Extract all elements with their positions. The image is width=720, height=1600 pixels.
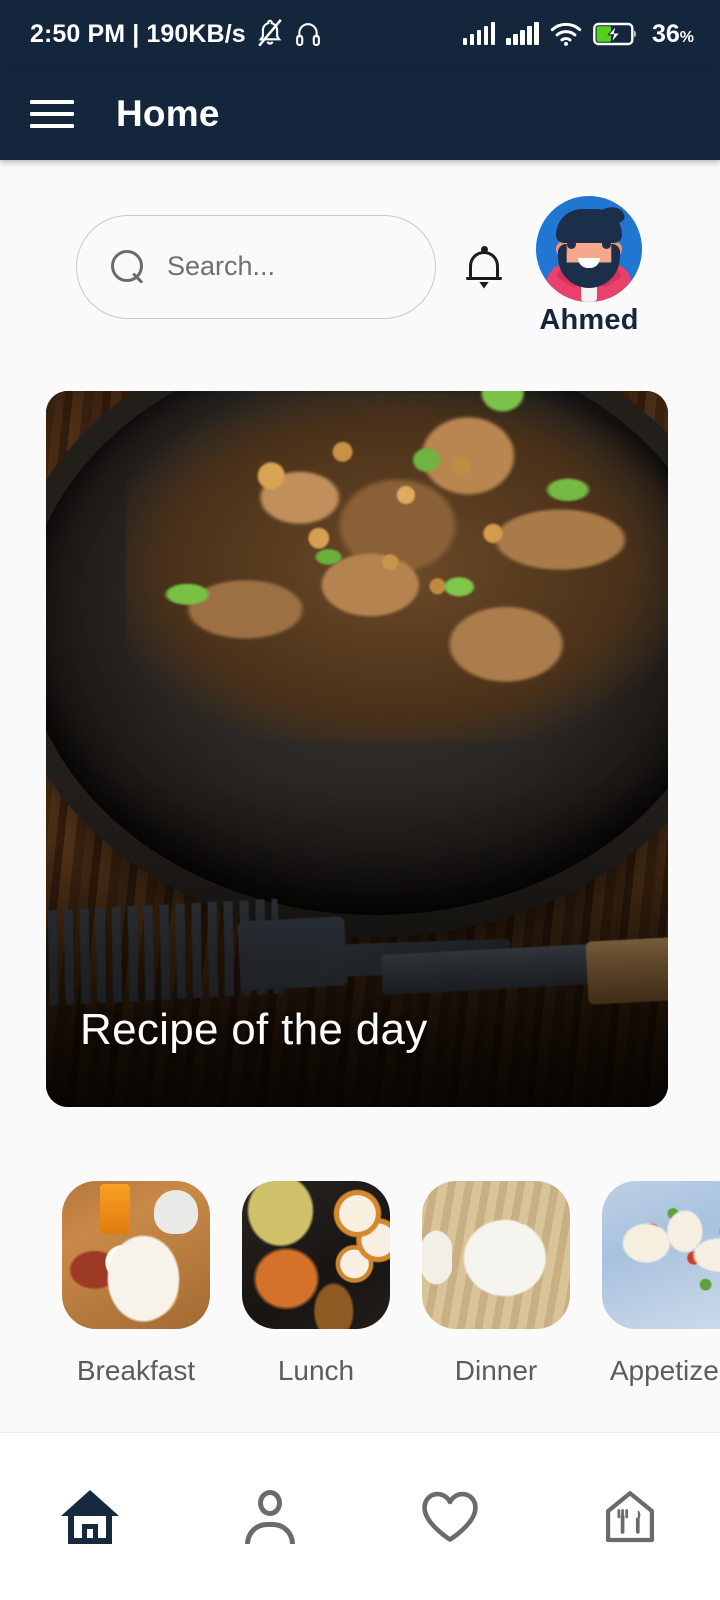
recipe-of-the-day-card[interactable]: Recipe of the day <box>46 391 668 1107</box>
battery-percent: 36% <box>651 19 694 48</box>
nav-item-home[interactable] <box>0 1489 180 1544</box>
bottom-navigation <box>0 1432 720 1600</box>
person-torso <box>245 1521 295 1544</box>
signal-bars-icon <box>462 22 496 45</box>
category-item-lunch[interactable]: Lunch <box>226 1181 406 1387</box>
headphones-icon <box>294 19 322 49</box>
nav-item-profile[interactable] <box>180 1489 360 1544</box>
hamburger-menu-icon[interactable] <box>30 97 74 131</box>
person-icon <box>245 1489 295 1544</box>
app-bar: Home <box>0 68 720 160</box>
search-placeholder: Search... <box>167 251 276 281</box>
avatar-eye-right <box>602 240 611 249</box>
category-list[interactable]: Breakfast Lunch Dinner Appetizers <box>0 1107 720 1387</box>
status-bar: 2:50 PM | 190KB/s 36% <box>0 0 720 68</box>
bell-base <box>466 276 502 281</box>
wifi-icon <box>550 21 582 47</box>
home-door <box>82 1523 98 1544</box>
category-label: Lunch <box>277 1355 355 1386</box>
home-icon <box>61 1489 119 1544</box>
battery-charging-icon <box>593 21 639 47</box>
page-title: Home <box>116 93 220 134</box>
hero-image <box>46 391 668 1107</box>
home-roof <box>61 1489 119 1516</box>
person-head <box>258 1489 282 1516</box>
category-item-dinner[interactable]: Dinner <box>406 1181 586 1387</box>
status-bar-left: 2:50 PM | 190KB/s <box>30 18 322 50</box>
restaurant-house-icon <box>604 1489 656 1545</box>
hamburger-line <box>30 112 74 116</box>
bell-clapper <box>479 281 489 289</box>
search-input[interactable]: Search... <box>76 214 436 319</box>
appetizers-thumb <box>602 1181 720 1329</box>
hero-gradient-overlay <box>46 777 668 1107</box>
bell-body <box>469 250 499 279</box>
breakfast-thumb <box>62 1181 210 1329</box>
heart-icon <box>421 1491 479 1543</box>
hamburger-line <box>30 124 74 128</box>
category-label: Dinner <box>454 1355 538 1386</box>
hero-title: Recipe of the day <box>80 1005 428 1054</box>
category-item-breakfast[interactable]: Breakfast <box>46 1181 226 1387</box>
category-label: Breakfast <box>76 1355 196 1386</box>
nav-item-favorites[interactable] <box>360 1491 540 1543</box>
dinner-thumb <box>422 1181 570 1329</box>
main-content: Search... Ahmed Recipe of the day Breakf… <box>0 160 720 1432</box>
status-time: 2:50 PM | 190KB/s <box>30 19 246 48</box>
search-icon <box>111 249 145 284</box>
category-label: Appetizers <box>609 1355 720 1386</box>
signal-bars-icon <box>506 22 539 45</box>
hamburger-line <box>30 100 74 104</box>
profile-button[interactable]: Ahmed <box>536 196 642 337</box>
nav-item-restaurants[interactable] <box>540 1489 720 1545</box>
avatar-eye-left <box>567 240 576 249</box>
status-bar-right: 36% <box>462 19 694 49</box>
notifications-button[interactable] <box>436 245 532 289</box>
header-row: Search... Ahmed <box>0 160 720 337</box>
lunch-thumb <box>242 1181 390 1329</box>
category-item-appetizers[interactable]: Appetizers <box>586 1181 720 1387</box>
avatar <box>536 196 642 302</box>
bell-icon <box>466 245 502 289</box>
profile-name: Ahmed <box>539 304 639 336</box>
bell-mute-icon <box>255 18 285 50</box>
green-onion-garnish <box>111 391 655 736</box>
app-screen: 2:50 PM | 190KB/s 36% Home Search... Ahm… <box>0 0 720 1600</box>
